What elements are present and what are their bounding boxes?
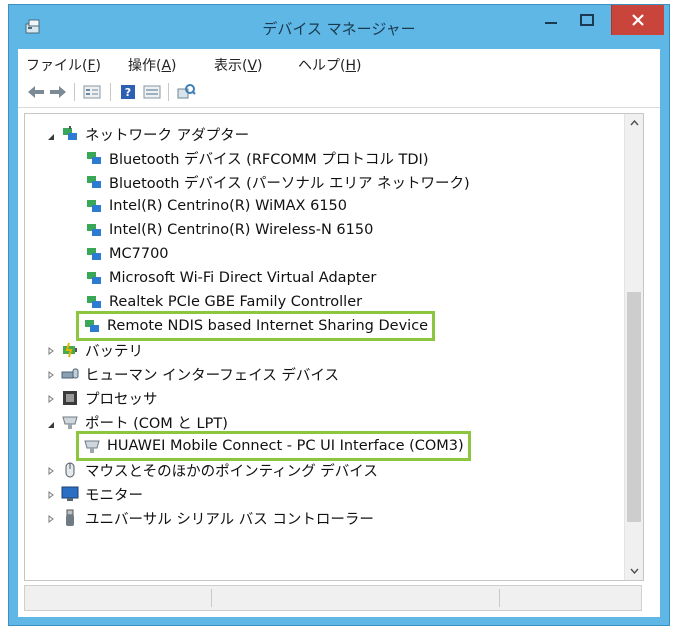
minimize-icon bbox=[545, 22, 557, 24]
network-adapter-icon bbox=[87, 224, 101, 236]
usb-icon bbox=[66, 509, 74, 526]
tree-label: Intel(R) Centrino(R) WiMAX 6150 bbox=[109, 198, 347, 214]
toolbar-separator bbox=[74, 83, 75, 101]
tree-item-bluetooth-pan[interactable]: Bluetooth デバイス (パーソナル エリア ネットワーク) bbox=[85, 170, 470, 194]
tree-category-hid[interactable]: ヒューマン インターフェイス デバイス bbox=[61, 362, 339, 386]
expand-triangle-icon[interactable] bbox=[47, 515, 55, 523]
tree-item-huawei-highlighted[interactable]: HUAWEI Mobile Connect - PC UI Interface … bbox=[76, 431, 471, 461]
tree-category-network-adapters[interactable]: ネットワーク アダプター bbox=[61, 122, 249, 146]
tree-label: プロセッサ bbox=[85, 391, 158, 408]
tree-label: バッテリ bbox=[85, 343, 143, 360]
tree-item-intel-wimax[interactable]: Intel(R) Centrino(R) WiMAX 6150 bbox=[85, 194, 347, 218]
monitor-icon bbox=[61, 486, 79, 501]
tree-label: Bluetooth デバイス (RFCOMM プロトコル TDI) bbox=[109, 151, 429, 168]
port-icon bbox=[62, 416, 78, 429]
scroll-up-button[interactable] bbox=[625, 114, 643, 132]
network-adapter-icon bbox=[87, 200, 101, 212]
tree-label: ポート (COM と LPT) bbox=[85, 415, 228, 432]
collapse-triangle-icon[interactable] bbox=[47, 421, 55, 429]
help-icon[interactable]: ? bbox=[118, 83, 138, 101]
back-icon[interactable] bbox=[26, 83, 46, 101]
device-tree[interactable]: ネットワーク アダプター Bluetooth デバイス (RFCOMM プロトコ… bbox=[24, 113, 644, 581]
svg-text:?: ? bbox=[125, 86, 131, 99]
network-adapter-icon bbox=[85, 320, 99, 332]
mouse-icon bbox=[65, 462, 75, 478]
tree-label: ユニバーサル シリアル バス コントローラー bbox=[85, 511, 374, 528]
menu-help[interactable]: ヘルプ(H) bbox=[298, 55, 361, 75]
status-divider bbox=[211, 589, 212, 607]
tree-label: Bluetooth デバイス (パーソナル エリア ネットワーク) bbox=[109, 175, 470, 192]
collapse-triangle-icon[interactable] bbox=[47, 133, 55, 141]
tree-label: Intel(R) Centrino(R) Wireless-N 6150 bbox=[109, 222, 374, 238]
close-button[interactable] bbox=[611, 5, 664, 35]
scroll-down-button[interactable] bbox=[625, 562, 643, 580]
network-adapter-icon bbox=[87, 152, 101, 164]
tree-label: MC7700 bbox=[109, 246, 169, 262]
tree-label: モニター bbox=[85, 487, 143, 504]
scrollbar-thumb[interactable] bbox=[627, 292, 641, 522]
tree-label: ヒューマン インターフェイス デバイス bbox=[85, 367, 339, 384]
menu-action[interactable]: 操作(A) bbox=[128, 55, 177, 75]
network-adapter-icon bbox=[87, 296, 101, 308]
status-bar bbox=[24, 585, 642, 611]
hid-icon bbox=[61, 368, 79, 379]
network-adapter-icon bbox=[63, 126, 77, 140]
tree-category-usb[interactable]: ユニバーサル シリアル バス コントローラー bbox=[61, 506, 374, 530]
properties-icon[interactable] bbox=[82, 83, 102, 101]
expand-triangle-icon[interactable] bbox=[47, 347, 55, 355]
tree-item-intel-wireless[interactable]: Intel(R) Centrino(R) Wireless-N 6150 bbox=[85, 218, 373, 242]
tree-category-mice[interactable]: マウスとそのほかのポインティング デバイス bbox=[61, 458, 378, 482]
battery-icon bbox=[63, 342, 77, 358]
expand-triangle-icon[interactable] bbox=[47, 371, 55, 379]
menu-file[interactable]: ファイル(F) bbox=[26, 55, 101, 75]
tree-item-bluetooth-rfcomm[interactable]: Bluetooth デバイス (RFCOMM プロトコル TDI) bbox=[85, 146, 428, 170]
tree-category-battery[interactable]: バッテリ bbox=[61, 338, 143, 362]
maximize-icon bbox=[580, 14, 594, 26]
tree-item-wifi-direct[interactable]: Microsoft Wi-Fi Direct Virtual Adapter bbox=[85, 266, 376, 290]
toolbar-separator bbox=[168, 83, 169, 101]
port-icon bbox=[84, 440, 100, 453]
vertical-scrollbar[interactable] bbox=[624, 114, 643, 580]
tree-label: Realtek PCIe GBE Family Controller bbox=[109, 294, 363, 310]
menu-view[interactable]: 表示(V) bbox=[214, 55, 263, 75]
title-bar[interactable]: デバイス マネージャー bbox=[9, 5, 669, 49]
minimize-button[interactable] bbox=[537, 5, 565, 35]
tree-label: HUAWEI Mobile Connect - PC UI Interface … bbox=[107, 438, 464, 454]
chevron-up-icon bbox=[629, 120, 639, 126]
expand-triangle-icon[interactable] bbox=[47, 491, 55, 499]
close-icon bbox=[632, 14, 644, 26]
tree-category-monitor[interactable]: モニター bbox=[61, 482, 143, 506]
scan-hardware-icon[interactable] bbox=[176, 83, 196, 101]
tree-category-ports[interactable]: ポート (COM と LPT) bbox=[61, 410, 228, 434]
expand-triangle-icon[interactable] bbox=[47, 467, 55, 475]
tree-item-mc7700[interactable]: MC7700 bbox=[85, 242, 169, 266]
network-adapter-icon bbox=[87, 272, 101, 284]
tree-label: Remote NDIS based Internet Sharing Devic… bbox=[107, 318, 429, 334]
network-adapter-icon bbox=[87, 176, 101, 188]
menu-bar: ファイル(F) 操作(A) 表示(V) ヘルプ(H) bbox=[18, 49, 660, 77]
device-manager-window: デバイス マネージャー ファイル(F) 操作(A) 表示(V) ヘルプ(H) ? bbox=[8, 4, 670, 626]
toolbar-separator bbox=[110, 83, 111, 101]
chevron-down-icon bbox=[629, 568, 639, 574]
client-area: ファイル(F) 操作(A) 表示(V) ヘルプ(H) ? ネットワーク アダプタ… bbox=[18, 49, 660, 617]
tree-label: マウスとそのほかのポインティング デバイス bbox=[85, 463, 378, 480]
status-divider bbox=[499, 589, 500, 607]
window-title: デバイス マネージャー bbox=[262, 20, 416, 38]
toolbar: ? bbox=[18, 77, 660, 108]
maximize-button[interactable] bbox=[573, 5, 601, 35]
tree-item-remote-ndis-highlighted[interactable]: Remote NDIS based Internet Sharing Devic… bbox=[75, 311, 436, 341]
tree-category-processor[interactable]: プロセッサ bbox=[61, 386, 158, 410]
forward-icon[interactable] bbox=[48, 83, 68, 101]
network-adapter-icon bbox=[87, 248, 101, 260]
processor-icon bbox=[63, 391, 77, 405]
tree-label: Microsoft Wi-Fi Direct Virtual Adapter bbox=[109, 270, 377, 286]
expand-triangle-icon[interactable] bbox=[47, 395, 55, 403]
details-icon[interactable] bbox=[142, 83, 162, 101]
tree-label: ネットワーク アダプター bbox=[85, 127, 250, 144]
tree-item-realtek[interactable]: Realtek PCIe GBE Family Controller bbox=[85, 290, 362, 314]
